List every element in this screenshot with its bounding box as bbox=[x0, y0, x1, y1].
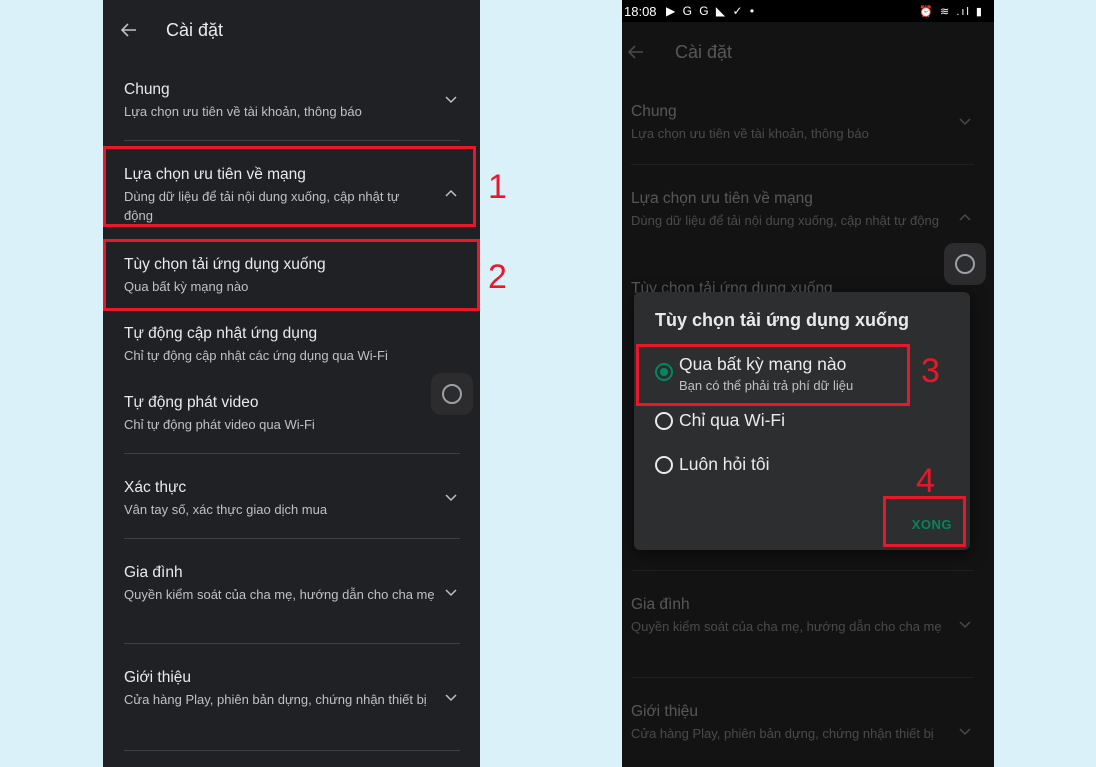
status-time: 18:08 bbox=[624, 3, 657, 19]
settings-item-about: Giới thiệu Cửa hàng Play, phiên bản dựng… bbox=[631, 702, 974, 743]
radio-icon[interactable] bbox=[655, 412, 673, 430]
divider bbox=[631, 570, 974, 571]
highlight-box-1 bbox=[103, 146, 476, 227]
page-title: Cài đặt bbox=[166, 19, 224, 40]
settings-item-about[interactable]: Giới thiệu Cửa hàng Play, phiên bản dựng… bbox=[124, 668, 460, 709]
item-title: Chung bbox=[631, 103, 677, 120]
chevron-up-icon bbox=[959, 213, 971, 221]
item-subtitle: Lựa chọn ưu tiên về tài khoản, thông báo bbox=[124, 104, 362, 119]
divider bbox=[631, 164, 974, 165]
step-number-2: 2 bbox=[488, 258, 507, 296]
item-subtitle: Cửa hàng Play, phiên bản dựng, chứng nhậ… bbox=[631, 726, 934, 741]
option-label: Luôn hỏi tôi bbox=[679, 454, 770, 474]
option-always-ask[interactable]: Luôn hỏi tôi bbox=[655, 454, 770, 475]
settings-item-family: Gia đình Quyền kiểm soát của cha mẹ, hướ… bbox=[631, 595, 974, 636]
option-label: Chỉ qua Wi-Fi bbox=[679, 410, 785, 430]
item-title: Giới thiệu bbox=[631, 703, 699, 720]
settings-item-family[interactable]: Gia đình Quyền kiểm soát của cha mẹ, hướ… bbox=[124, 563, 460, 604]
highlight-box-2 bbox=[103, 239, 480, 311]
item-title: Giới thiệu bbox=[124, 669, 192, 686]
item-subtitle: Dùng dữ liệu để tải nội dung xuống, cập … bbox=[631, 213, 939, 228]
chevron-down-icon bbox=[959, 728, 971, 736]
item-subtitle: Cửa hàng Play, phiên bản dựng, chứng nhậ… bbox=[124, 692, 427, 707]
app-bar: Cài đặt bbox=[622, 22, 994, 82]
chevron-down-icon bbox=[445, 694, 457, 702]
step-number-1: 1 bbox=[488, 168, 507, 206]
page-title: Cài đặt bbox=[675, 41, 733, 62]
settings-item-auto-update[interactable]: Tự động cập nhật ứng dụng Chỉ tự động cậ… bbox=[124, 324, 460, 365]
chevron-down-icon bbox=[445, 589, 457, 597]
left-screen: Cài đặt Chung Lựa chọn ưu tiên về tài kh… bbox=[103, 0, 480, 767]
item-subtitle: Chỉ tự động phát video qua Wi-Fi bbox=[124, 417, 315, 432]
divider bbox=[124, 538, 460, 539]
settings-item-autoplay[interactable]: Tự động phát video Chỉ tự động phát vide… bbox=[124, 393, 460, 434]
app-bar: Cài đặt bbox=[103, 0, 480, 60]
floating-assist-button[interactable] bbox=[431, 373, 473, 415]
item-title: Lựa chọn ưu tiên về mạng bbox=[631, 190, 813, 207]
item-title: Gia đình bbox=[631, 596, 690, 613]
item-title: Tự động phát video bbox=[124, 394, 259, 411]
item-title: Xác thực bbox=[124, 479, 187, 496]
divider bbox=[124, 453, 460, 454]
item-subtitle: Quyền kiểm soát của cha mẹ, hướng dẫn ch… bbox=[631, 619, 942, 634]
highlight-box-3 bbox=[636, 344, 910, 406]
system-icons: ⏰ ≋ .ıl ▮ bbox=[919, 5, 984, 18]
notification-icons: ▶ G G ◣ ✓ • bbox=[666, 4, 757, 18]
step-number-3: 3 bbox=[921, 352, 940, 390]
item-title: Tự động cập nhật ứng dụng bbox=[124, 325, 318, 342]
circle-icon bbox=[442, 384, 462, 404]
dialog-title: Tùy chọn tải ứng dụng xuống bbox=[655, 310, 910, 330]
status-bar: 18:08 ▶ G G ◣ ✓ • ⏰ ≋ .ıl ▮ bbox=[622, 0, 994, 22]
chevron-down-icon bbox=[959, 118, 971, 126]
divider bbox=[124, 643, 460, 644]
option-wifi-only[interactable]: Chỉ qua Wi-Fi bbox=[655, 410, 785, 431]
chevron-down-icon bbox=[445, 494, 457, 502]
divider bbox=[631, 677, 974, 678]
item-subtitle: Lựa chọn ưu tiên về tài khoản, thông báo bbox=[631, 126, 869, 141]
settings-item-network: Lựa chọn ưu tiên về mạng Dùng dữ liệu để… bbox=[631, 189, 974, 230]
highlight-box-4 bbox=[883, 496, 966, 547]
item-subtitle: Vân tay số, xác thực giao dịch mua bbox=[124, 502, 328, 517]
item-title: Chung bbox=[124, 81, 170, 98]
item-title: Gia đình bbox=[124, 564, 183, 581]
item-subtitle: Chỉ tự động cập nhật các ứng dụng qua Wi… bbox=[124, 348, 388, 363]
step-number-4: 4 bbox=[916, 462, 935, 500]
settings-item-general[interactable]: Chung Lựa chọn ưu tiên về tài khoản, thô… bbox=[124, 80, 460, 121]
chevron-down-icon bbox=[959, 621, 971, 629]
settings-item-auth[interactable]: Xác thực Vân tay số, xác thực giao dịch … bbox=[124, 478, 460, 519]
radio-icon[interactable] bbox=[655, 456, 673, 474]
chevron-down-icon bbox=[445, 96, 457, 104]
circle-icon bbox=[955, 254, 975, 274]
divider bbox=[124, 140, 460, 141]
floating-assist-button[interactable] bbox=[944, 243, 986, 285]
back-arrow-icon bbox=[627, 45, 643, 59]
settings-item-general: Chung Lựa chọn ưu tiên về tài khoản, thô… bbox=[631, 102, 974, 143]
item-subtitle: Quyền kiểm soát của cha mẹ, hướng dẫn ch… bbox=[124, 587, 435, 602]
divider bbox=[124, 750, 460, 751]
back-arrow-icon[interactable] bbox=[119, 20, 139, 40]
